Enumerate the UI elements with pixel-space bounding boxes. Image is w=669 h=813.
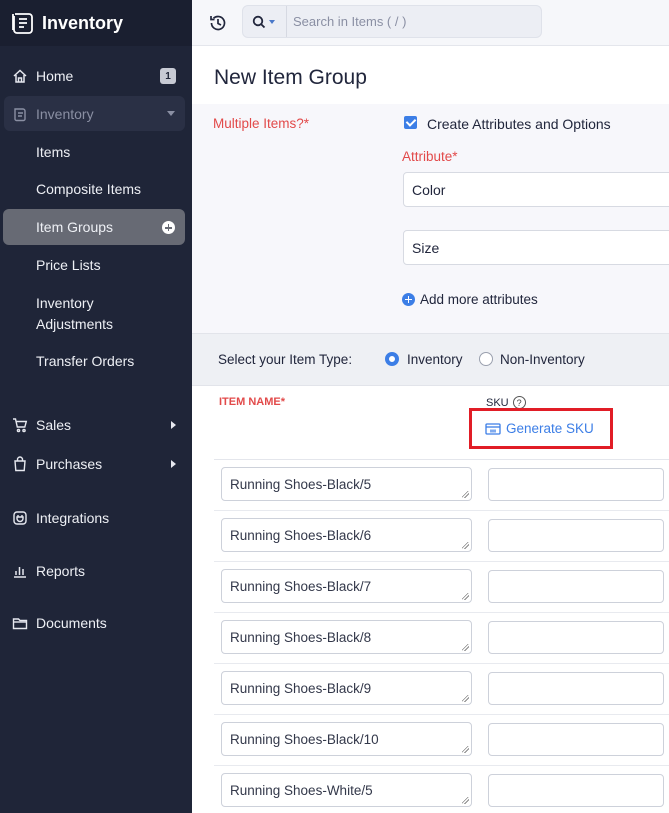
item-type-non-inventory-label[interactable]: Non-Inventory: [500, 352, 585, 367]
search-input[interactable]: [293, 14, 523, 29]
sidebar-item-label: Reports: [36, 563, 86, 579]
inventory-logo-icon: [12, 13, 33, 34]
resize-handle-icon[interactable]: [462, 542, 469, 549]
item-name-input[interactable]: Running Shoes-Black/10: [221, 722, 472, 756]
item-name-input[interactable]: Running Shoes-Black/8: [221, 620, 472, 654]
shopping-bag-icon: [11, 455, 29, 473]
sidebar-item-label: Purchases: [36, 456, 103, 472]
table-row: Running Shoes-Black/6: [214, 511, 669, 562]
sku-input[interactable]: [488, 621, 664, 654]
sku-input[interactable]: [488, 774, 664, 807]
table-row: Running Shoes-Black/10: [214, 715, 669, 766]
sidebar-item-home[interactable]: Home 1: [0, 63, 192, 89]
generate-sku-label: Generate SKU: [506, 421, 594, 436]
create-attributes-checkbox[interactable]: [404, 116, 417, 129]
attribute-input-size[interactable]: Size: [403, 230, 669, 265]
table-row: Running Shoes-Black/7: [214, 562, 669, 613]
column-header-item-name: ITEM NAME*: [219, 396, 285, 408]
item-name-value: Running Shoes-Black/6: [230, 527, 372, 543]
page-title: New Item Group: [214, 66, 367, 89]
item-name-value: Running Shoes-White/5: [230, 782, 373, 798]
search-icon: [252, 15, 266, 28]
notification-badge: 1: [160, 68, 176, 84]
resize-handle-icon[interactable]: [462, 491, 469, 498]
item-name-value: Running Shoes-Black/7: [230, 578, 372, 594]
resize-handle-icon[interactable]: [462, 593, 469, 600]
item-name-value: Running Shoes-Black/10: [230, 731, 379, 747]
sidebar-item-purchases[interactable]: Purchases: [0, 451, 192, 477]
sidebar-subitem-composite-items[interactable]: Composite Items: [36, 179, 141, 200]
item-name-input[interactable]: Running Shoes-Black/7: [221, 569, 472, 603]
item-type-inventory-radio[interactable]: [385, 352, 399, 366]
sku-input[interactable]: [488, 672, 664, 705]
chevron-down-icon: [167, 111, 175, 116]
sku-input[interactable]: [488, 723, 664, 756]
sku-input[interactable]: [488, 519, 664, 552]
column-header-sku-label: SKU: [486, 396, 509, 409]
brand[interactable]: Inventory: [0, 0, 192, 46]
item-name-input[interactable]: Running Shoes-Black/9: [221, 671, 472, 705]
generate-sku-button[interactable]: Generate SKU: [469, 408, 613, 449]
sidebar-item-label: Inventory: [36, 105, 94, 122]
sidebar-subitem-items[interactable]: Items: [36, 142, 70, 163]
sidebar-item-sales[interactable]: Sales: [0, 412, 192, 438]
table-row: Running Shoes-White/5: [214, 766, 669, 813]
resize-handle-icon[interactable]: [462, 695, 469, 702]
plus-circle-icon: [402, 293, 415, 306]
inventory-icon: [11, 105, 29, 123]
item-name-input[interactable]: Running Shoes-Black/6: [221, 518, 472, 552]
create-attributes-label[interactable]: Create Attributes and Options: [427, 116, 611, 132]
attribute-input-color[interactable]: Color: [403, 172, 669, 207]
sidebar-item-label: Sales: [36, 417, 72, 433]
chevron-right-icon: [171, 421, 176, 429]
sidebar-item-documents[interactable]: Documents: [0, 610, 192, 636]
table-row: Running Shoes-Black/5: [214, 460, 669, 511]
sidebar-item-label: Integrations: [36, 510, 110, 526]
home-icon: [11, 67, 29, 85]
resize-handle-icon[interactable]: [462, 644, 469, 651]
item-type-non-inventory-radio[interactable]: [479, 352, 493, 366]
multiple-items-label: Multiple Items?*: [213, 116, 310, 131]
app-name: Inventory: [42, 12, 124, 33]
table-row: Running Shoes-Black/8: [214, 613, 669, 664]
item-name-value: Running Shoes-Black/5: [230, 476, 372, 492]
chevron-right-icon: [171, 460, 176, 468]
generate-sku-icon: [485, 422, 501, 435]
top-bar: [192, 0, 669, 46]
sidebar-item-label: Home: [36, 68, 74, 84]
sku-input[interactable]: [488, 570, 664, 603]
sidebar-item-inventory[interactable]: Inventory: [4, 96, 185, 131]
folder-icon: [11, 614, 29, 632]
item-type-inventory-label[interactable]: Inventory: [407, 352, 463, 367]
bar-chart-icon: [11, 562, 29, 580]
sidebar: Inventory Home 1 Inventory Items Composi…: [0, 0, 192, 813]
search-bar: [242, 5, 542, 38]
add-item-group-icon[interactable]: [162, 221, 175, 234]
sidebar-subitem-price-lists[interactable]: Price Lists: [36, 255, 101, 276]
sku-input[interactable]: [488, 468, 664, 501]
cart-icon: [11, 416, 29, 434]
sidebar-item-reports[interactable]: Reports: [0, 558, 192, 584]
item-name-input[interactable]: Running Shoes-Black/5: [221, 467, 472, 501]
sidebar-subitem-item-groups[interactable]: Item Groups: [36, 217, 113, 238]
sidebar-subitem-transfer-orders[interactable]: Transfer Orders: [36, 351, 134, 372]
add-more-attributes-label: Add more attributes: [420, 292, 538, 307]
table-row: Running Shoes-Black/9: [214, 664, 669, 715]
add-more-attributes-button[interactable]: Add more attributes: [402, 292, 538, 307]
search-scope-toggle[interactable]: [243, 6, 287, 37]
item-type-label: Select your Item Type:: [218, 352, 353, 367]
history-icon[interactable]: [208, 13, 228, 33]
item-name-value: Running Shoes-Black/8: [230, 629, 372, 645]
resize-handle-icon[interactable]: [462, 746, 469, 753]
item-name-input[interactable]: Running Shoes-White/5: [221, 773, 472, 807]
sidebar-item-label: Documents: [36, 615, 107, 631]
plug-icon: [11, 509, 29, 527]
resize-handle-icon[interactable]: [462, 797, 469, 804]
chevron-down-icon: [269, 19, 275, 24]
sidebar-item-integrations[interactable]: Integrations: [0, 505, 192, 531]
sidebar-subitem-inventory-adjustments[interactable]: Inventory Adjustments: [36, 293, 136, 335]
item-name-value: Running Shoes-Black/9: [230, 680, 372, 696]
attribute-label: Attribute*: [402, 149, 458, 164]
